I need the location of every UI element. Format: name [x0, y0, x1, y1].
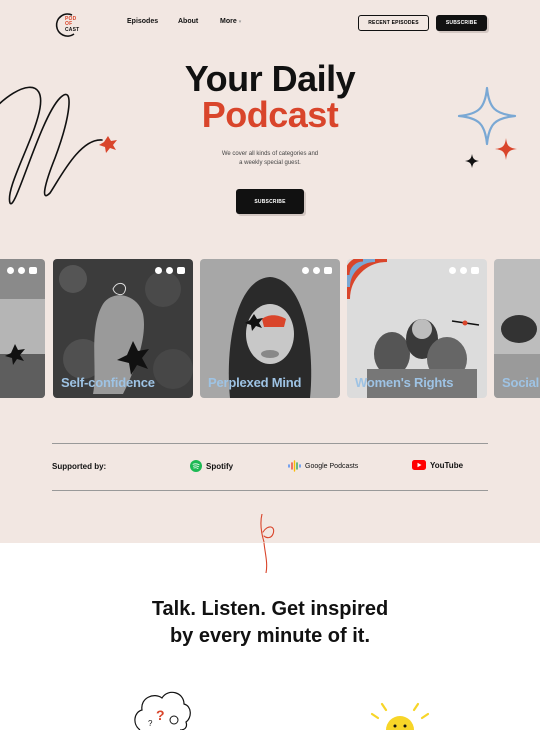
hero-subtitle: We cover all kinds of categories and a w…	[0, 150, 540, 168]
section-heading: Talk. Listen. Get inspired by every minu…	[0, 596, 540, 650]
youtube-icon	[471, 267, 479, 274]
logo-line-cast: CAST	[65, 26, 80, 33]
chevron-down-icon: ▾	[238, 19, 242, 25]
card-title: Social	[502, 375, 540, 390]
hero-title-line1: Your Daily	[184, 58, 356, 99]
supported-by-label: Supported by:	[52, 462, 107, 471]
divider	[52, 443, 488, 444]
spotify-logo[interactable]: Spotify	[190, 460, 233, 472]
nav-about-link[interactable]: About	[178, 18, 198, 25]
nav-more-label: More	[220, 18, 237, 25]
card-platform-icons	[449, 267, 479, 274]
episode-card[interactable]: Women's Rights	[347, 259, 487, 398]
spotify-icon	[166, 267, 173, 274]
card-platform-icons	[7, 267, 37, 274]
card-title: Women's Rights	[355, 375, 454, 390]
logo-text: POD OF CAST	[65, 16, 80, 33]
hero-subtitle-line1: We cover all kinds of categories and	[221, 151, 319, 157]
podcast-icon	[155, 267, 162, 274]
spotify-icon	[190, 460, 202, 472]
youtube-icon	[412, 460, 426, 470]
card-platform-icons	[302, 267, 332, 274]
google-podcasts-logo[interactable]: Google Podcasts	[288, 460, 358, 472]
youtube-logo[interactable]: YouTube	[412, 460, 463, 470]
podcast-icon	[302, 267, 309, 274]
sun-icon	[370, 702, 430, 730]
section-heading-line2: by every minute of it.	[169, 625, 371, 647]
nav-subscribe-button[interactable]: SUBSCRIBE	[436, 15, 487, 31]
hero-subscribe-button[interactable]: SUBSCRIBE	[236, 189, 304, 214]
podcast-icon	[7, 267, 14, 274]
card-image	[0, 259, 45, 398]
episode-card[interactable]: Social	[494, 259, 540, 398]
section-heading-line1: Talk. Listen. Get inspired	[151, 598, 389, 620]
svg-text:?: ?	[156, 707, 165, 723]
divider	[52, 490, 488, 491]
google-podcasts-icon	[288, 460, 301, 472]
episode-card[interactable]: Self-confidence	[53, 259, 193, 398]
youtube-label: YouTube	[430, 460, 464, 470]
card-platform-icons	[155, 267, 185, 274]
google-podcasts-label: Google Podcasts	[305, 462, 359, 470]
episode-card[interactable]: Perplexed Mind	[200, 259, 340, 398]
squiggle-decoration-icon	[260, 514, 275, 543]
card-title: Self-confidence	[61, 375, 155, 390]
recent-episodes-button[interactable]: RECENT EPISODES	[358, 15, 429, 31]
hero-title-line2: Podcast	[201, 94, 339, 135]
youtube-icon	[29, 267, 37, 274]
nav-episodes-link[interactable]: Episodes	[127, 18, 158, 25]
logo[interactable]: POD OF CAST	[52, 11, 80, 39]
youtube-icon	[324, 267, 332, 274]
spotify-icon	[460, 267, 467, 274]
podcast-icon	[449, 267, 456, 274]
squiggle-tail-icon	[263, 543, 268, 573]
spotify-icon	[313, 267, 320, 274]
thinking-cloud-icon: ? ?	[134, 691, 191, 730]
spotify-label: Spotify	[206, 461, 234, 471]
hero-section: POD OF CAST Episodes About More ▾ RECENT …	[0, 0, 540, 543]
svg-text:?: ?	[148, 719, 153, 728]
spotify-icon	[18, 267, 25, 274]
youtube-icon	[177, 267, 185, 274]
card-title: Perplexed Mind	[208, 375, 302, 390]
hero-subtitle-line2: a weekly special guest.	[239, 160, 301, 166]
nav-more-link[interactable]: More ▾	[220, 18, 241, 25]
episode-card[interactable]: ot	[0, 259, 45, 398]
